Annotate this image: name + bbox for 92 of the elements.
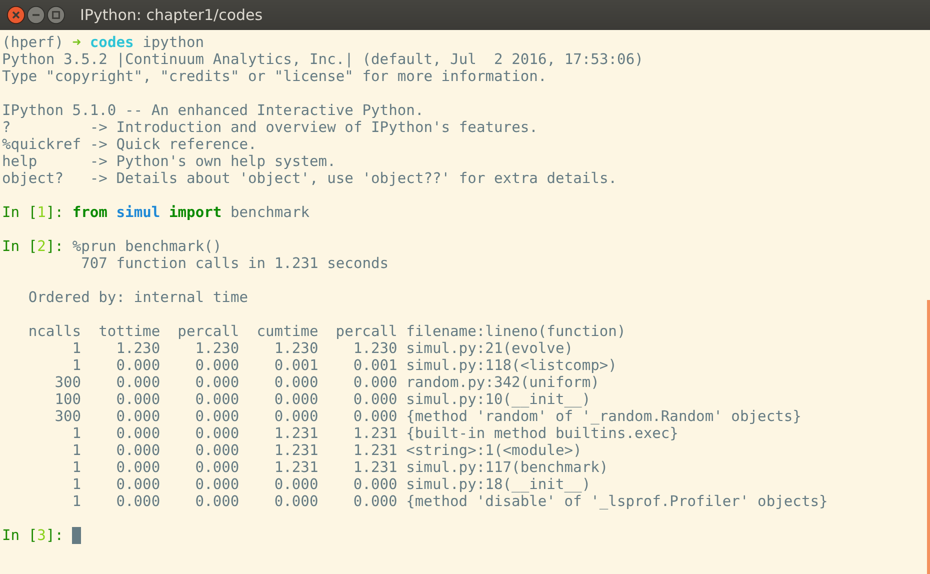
output-text: Type "copyright", "credits" or "license" for more information. (2, 68, 547, 85)
column-header: percall (176, 323, 240, 340)
table-cell-text: 1.231 (352, 425, 398, 442)
table-cell-text: 1 (71, 442, 82, 459)
table-cell-text: 0.001 (352, 357, 398, 374)
table-cell: simul.py:18(__init__) (406, 476, 591, 493)
column-header: tottime (98, 323, 160, 340)
keyword-text: import (168, 204, 222, 221)
table-cell-text: 0.000 (115, 374, 160, 391)
table-cell-text: 1.230 (352, 340, 398, 357)
table-cell-text: 0.000 (194, 408, 240, 425)
table-cell-text: 0.000 (194, 442, 240, 459)
table-cell: <string>:1(<module>) (406, 442, 582, 459)
table-cell-text: 1 (71, 340, 82, 357)
table-cell-text: 1 (71, 425, 82, 442)
table-cell-text: 1.231 (352, 442, 398, 459)
table-cell-text: 0.000 (115, 391, 160, 408)
table-cell-text: 0.000 (194, 493, 240, 510)
directory-name: codes (90, 34, 134, 51)
table-cell-text: 1.231 (273, 442, 318, 459)
table-cell-text: 0.000 (115, 425, 160, 442)
output-text: object? -> Details about 'object', use 'object??' for extra details. (2, 170, 618, 187)
table-cell-text: 1 (71, 357, 82, 374)
table-cell: simul.py:117(benchmark) (406, 459, 608, 476)
table-cell-text: 0.000 (273, 408, 318, 425)
scrollbar[interactable] (927, 300, 930, 574)
table-cell-text: 0.000 (194, 459, 240, 476)
column-header: filename:lineno(function) (406, 323, 626, 340)
table-cell: {built-in method builtins.exec} (406, 425, 678, 442)
table-cell-text: 1.230 (273, 340, 318, 357)
table-cell-text: 0.000 (194, 391, 240, 408)
table-cell: {method 'disable' of '_lsprof.Profiler' objects} (406, 493, 828, 510)
table-cell-text: 0.000 (115, 442, 160, 459)
output-text: (hperf) (2, 34, 64, 51)
output-text: Ordered by: internal time (27, 289, 248, 306)
table-cell-text: 1 (71, 459, 82, 476)
output-text: %prun benchmark() (72, 238, 222, 255)
table-cell-text: 1.231 (273, 459, 318, 476)
table-cell-text: 1.231 (352, 459, 398, 476)
output-text: %quickref -> Quick reference. (2, 136, 257, 153)
table-cell-text: 0.000 (352, 476, 398, 493)
output-text: help -> Python's own help system. (2, 153, 336, 170)
close-icon[interactable] (7, 6, 25, 24)
table-cell-text: 0.000 (194, 374, 240, 391)
table-cell: simul.py:21(evolve) (406, 340, 574, 357)
table-cell-text: 1 (71, 493, 82, 510)
module-name: simul (116, 204, 160, 221)
table-cell-text: 0.000 (194, 425, 240, 442)
table-cell-text: 0.000 (273, 476, 318, 493)
table-cell: random.py:342(uniform) (406, 374, 600, 391)
arrow-icon: ➜ (72, 34, 82, 51)
column-header: percall (334, 323, 398, 340)
input-prompt: In [1]: (2, 204, 64, 221)
table-cell-text: 0.000 (352, 493, 398, 510)
keyword-text: from (72, 204, 108, 221)
table-cell: simul.py:10(__init__) (406, 391, 591, 408)
table-cell-text: 0.000 (273, 391, 318, 408)
table-cell-text: 0.000 (194, 357, 240, 374)
input-prompt: In [2]: (2, 238, 64, 255)
window-title: IPython: chapter1/codes (80, 6, 263, 24)
minimize-icon[interactable] (27, 6, 45, 24)
table-cell-text: 0.000 (115, 408, 160, 425)
table-cell-text: 1.231 (273, 425, 318, 442)
column-header: cumtime (256, 323, 318, 340)
table-cell-text: 0.000 (115, 476, 160, 493)
output-text: ipython (142, 34, 204, 51)
table-cell-text: 0.000 (115, 357, 160, 374)
table-cell-text: 0.000 (352, 408, 398, 425)
output-text: benchmark (230, 204, 310, 221)
table-cell-text: 1.230 (115, 340, 160, 357)
table-cell-text: 100 (54, 391, 82, 408)
table-cell: {method 'random' of '_random.Random' objects} (406, 408, 802, 425)
table-cell-text: 0.000 (273, 493, 318, 510)
table-cell-text: 300 (54, 374, 82, 391)
table-cell-text: 0.000 (352, 374, 398, 391)
table-cell-text: 0.000 (115, 459, 160, 476)
table-cell-text: 1 (71, 476, 82, 493)
table-cell-text: 0.000 (115, 493, 160, 510)
output-text: ? -> Introduction and overview of IPython's features. (2, 119, 538, 136)
input-prompt: In [3]: (2, 527, 64, 544)
table-cell-text: 0.001 (273, 357, 318, 374)
column-header: ncalls (27, 323, 82, 340)
table-cell-text: 0.000 (194, 476, 240, 493)
output-text: 707 function calls in 1.231 seconds (80, 255, 389, 272)
output-text: IPython 5.1.0 -- An enhanced Interactive Python. (2, 102, 424, 119)
table-cell-text: 0.000 (273, 374, 318, 391)
table-cell-text: 300 (54, 408, 82, 425)
table-cell: simul.py:118(<listcomp>) (406, 357, 617, 374)
table-cell-text: 0.000 (352, 391, 398, 408)
table-cell-text: 1.230 (194, 340, 240, 357)
maximize-icon[interactable] (47, 6, 65, 24)
output-text: Python 3.5.2 |Continuum Analytics, Inc.| (default, Jul 2 2016, 17:53:06) (2, 51, 644, 68)
